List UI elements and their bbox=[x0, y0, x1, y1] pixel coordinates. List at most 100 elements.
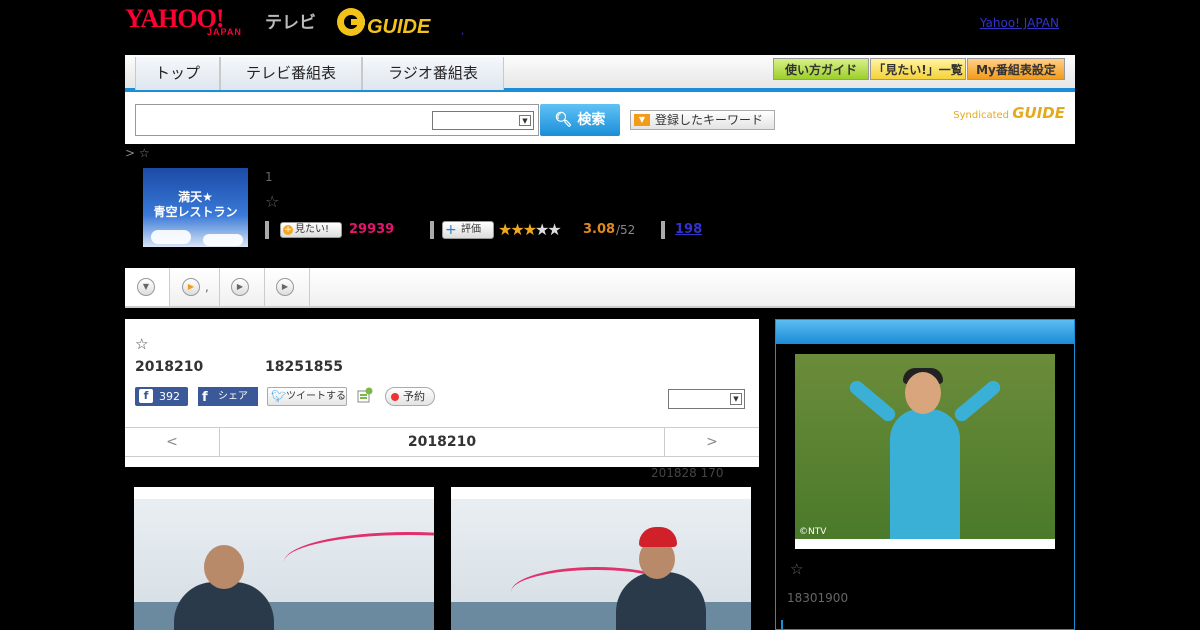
gguide-logo[interactable]: GUIDE bbox=[335, 5, 433, 39]
want-to-watch-label: 見たい! bbox=[295, 224, 330, 235]
facebook-share-button[interactable]: f シェア bbox=[198, 387, 258, 406]
program-tabstrip: ▼ ▶ , ▶ ▶ bbox=[125, 268, 1075, 308]
record-dot-icon bbox=[391, 393, 399, 401]
rating-value: 3.08 bbox=[583, 222, 616, 237]
syndicated-label: Syndicated bbox=[953, 110, 1010, 121]
facebook-like-count-value: 392 bbox=[159, 390, 180, 403]
tab-related[interactable]: ▶ bbox=[265, 268, 310, 306]
tweet-label: ツイートする bbox=[286, 391, 346, 402]
pager-prev-button[interactable]: < bbox=[125, 428, 220, 457]
divider bbox=[265, 221, 269, 239]
star-filled-icon: ★ bbox=[510, 220, 524, 239]
play-icon: ▶ bbox=[182, 278, 200, 296]
episode-photo-2[interactable] bbox=[451, 487, 751, 630]
registered-keyword-button[interactable]: ▼ 登録したキーワード bbox=[630, 110, 775, 130]
review-count-link[interactable]: 198 bbox=[675, 222, 702, 237]
chevron-down-icon: ▼ bbox=[730, 393, 742, 405]
rating-stars: ★★★★★ bbox=[498, 220, 562, 239]
image-credit: ©NTV bbox=[799, 527, 827, 537]
star-empty-icon: ★ bbox=[547, 220, 561, 239]
header-separator: , bbox=[461, 26, 465, 37]
search-icon: 🔍︎ bbox=[554, 112, 573, 128]
side-panel-title-star: ☆ bbox=[790, 560, 804, 578]
tab-radio-schedule[interactable]: ラジオ番組表 bbox=[362, 57, 504, 90]
tab-tv-schedule[interactable]: テレビ番組表 bbox=[220, 57, 362, 90]
add-to-calendar-icon[interactable] bbox=[357, 387, 373, 404]
tab-episode-label: , bbox=[205, 280, 209, 294]
want-to-watch-count: 29939 bbox=[349, 222, 395, 237]
plus-icon: + bbox=[445, 222, 457, 238]
twitter-bird-icon: 🐦︎ bbox=[271, 389, 287, 403]
main-nav: トップ テレビ番組表 ラジオ番組表 使い方ガイド 「見たい!」一覧 My番組表設… bbox=[125, 55, 1075, 92]
reserve-label: 予約 bbox=[403, 390, 425, 403]
registered-keyword-label: 登録したキーワード bbox=[655, 113, 764, 127]
play-icon: ▶ bbox=[276, 278, 294, 296]
search-button[interactable]: 🔍︎ 検索 bbox=[540, 104, 620, 136]
svg-text:GUIDE: GUIDE bbox=[367, 16, 431, 38]
search-bar: ▼ 🔍︎ 検索 ▼ 登録したキーワード Syndicated GUIDE bbox=[125, 92, 1075, 144]
rating-count: /52 bbox=[616, 223, 636, 237]
search-category-select[interactable]: ▼ bbox=[432, 111, 534, 130]
facebook-icon: f bbox=[202, 390, 208, 405]
star-filled-icon: ★ bbox=[522, 220, 537, 239]
divider bbox=[430, 221, 434, 239]
program-thumbnail[interactable]: 満天★ 青空レストラン bbox=[143, 168, 248, 247]
tab-cast[interactable]: ▶ bbox=[220, 268, 265, 306]
episode-select[interactable]: ▼ bbox=[668, 389, 745, 409]
person-body-shape bbox=[890, 409, 960, 539]
plus-icon: + bbox=[283, 225, 293, 235]
pager-next-button[interactable]: > bbox=[664, 428, 759, 457]
face-shape bbox=[905, 372, 941, 414]
episode-panel: ☆ 2018210 18251855 f 392 f シェア 🐦︎ ツイートする… bbox=[125, 319, 759, 467]
cloud-shape bbox=[203, 234, 243, 246]
person-head-shape bbox=[204, 545, 244, 589]
episode-photo-1[interactable] bbox=[134, 487, 434, 630]
facebook-icon: f bbox=[139, 389, 153, 403]
breadcrumb[interactable]: > ☆ bbox=[125, 146, 150, 160]
syndicated-gguide-text: GUIDE bbox=[1012, 104, 1065, 122]
tv-logo[interactable]: テレビ bbox=[265, 8, 316, 33]
episode-title-star: ☆ bbox=[135, 335, 149, 353]
tweet-button[interactable]: 🐦︎ ツイートする bbox=[267, 387, 347, 406]
site-header: YAHOO! JAPAN テレビ GUIDE , Yahoo! JAPAN bbox=[125, 0, 1075, 55]
star-empty-icon: ★ bbox=[535, 220, 549, 239]
want-to-watch-button[interactable]: + 見たい! bbox=[280, 222, 342, 238]
tab-top[interactable]: トップ bbox=[135, 57, 220, 90]
tab-info[interactable]: ▼ bbox=[125, 268, 170, 306]
want-to-watch-list-button[interactable]: 「見たい!」一覧 bbox=[870, 58, 966, 80]
program-channel-number: 1 bbox=[265, 170, 273, 184]
chevron-down-icon: ▼ bbox=[519, 115, 531, 126]
reserve-recording-button[interactable]: 予約 bbox=[385, 387, 435, 406]
rate-button[interactable]: + 評価 bbox=[442, 221, 494, 239]
yahoo-japan-link[interactable]: Yahoo! JAPAN bbox=[980, 16, 1059, 30]
facebook-like-count[interactable]: f 392 bbox=[135, 387, 188, 406]
update-info: 201828 170 bbox=[651, 466, 724, 480]
triangle-down-icon: ▼ bbox=[634, 114, 650, 126]
usage-guide-button[interactable]: 使い方ガイド bbox=[773, 58, 869, 80]
broadcast-time: 18251855 bbox=[265, 359, 343, 375]
side-panel-time: 18301900 bbox=[787, 591, 849, 605]
date-pager: < 2018210 > bbox=[125, 427, 759, 457]
search-button-label: 検索 bbox=[577, 112, 606, 128]
program-stats: + 見たい! 29939 + 評価 ★★★★★ 3.08 /52 198 bbox=[265, 220, 765, 240]
yahoo-japan-logo-sub: JAPAN bbox=[207, 27, 242, 37]
broadcast-date: 2018210 bbox=[135, 359, 204, 375]
cloud-shape bbox=[151, 230, 191, 244]
pager-current-date: 2018210 bbox=[407, 434, 477, 450]
program-thumbnail-title: 満天★ 青空レストラン bbox=[143, 190, 248, 220]
syndicated-gguide-logo: Syndicated GUIDE bbox=[953, 104, 1065, 122]
play-icon: ▶ bbox=[231, 278, 249, 296]
facebook-share-label: シェア bbox=[218, 391, 248, 402]
divider bbox=[661, 221, 665, 239]
program-title-star: ☆ bbox=[265, 192, 280, 211]
my-schedule-settings-button[interactable]: My番組表設定 bbox=[967, 58, 1065, 80]
program-thumbnail-text: 満天★ 青空レストラン bbox=[153, 190, 238, 219]
side-panel: ©NTV ☆ 18301900 bbox=[775, 319, 1075, 630]
rate-label: 評価 bbox=[461, 224, 481, 235]
tab-episode[interactable]: ▶ , bbox=[170, 268, 220, 306]
side-panel-header bbox=[776, 320, 1074, 344]
chevron-down-icon: ▼ bbox=[137, 278, 155, 296]
star-filled-icon: ★ bbox=[498, 220, 512, 239]
side-panel-marker bbox=[781, 620, 783, 630]
side-panel-image[interactable]: ©NTV bbox=[795, 354, 1055, 549]
